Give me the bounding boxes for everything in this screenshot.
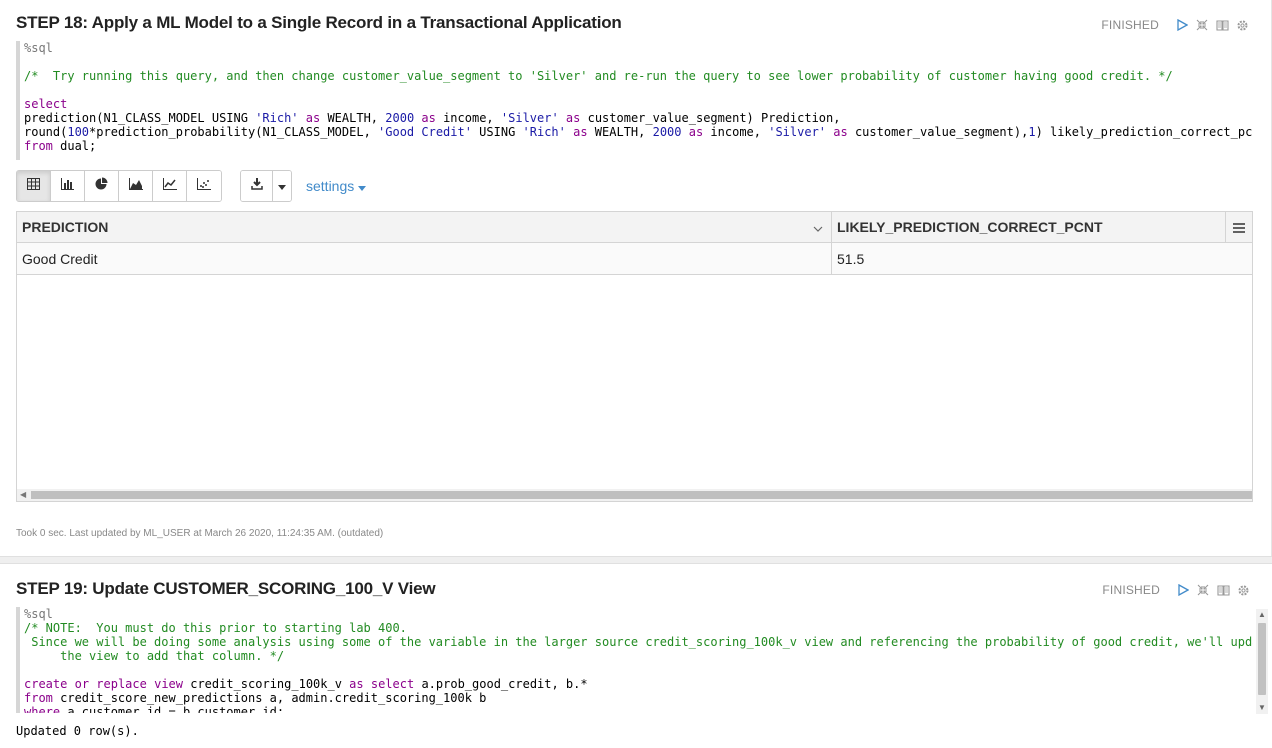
download-group	[240, 170, 292, 202]
code-line: select	[24, 97, 68, 111]
download-dropdown-button[interactable]	[273, 171, 291, 201]
table-icon	[27, 177, 40, 195]
table-row: Good Credit 51.5	[17, 243, 1252, 275]
column-header-likely-prediction[interactable]: LIKELY_PREDICTION_CORRECT_PCNT	[832, 212, 1226, 242]
paragraph-controls: FINISHED	[1102, 583, 1250, 597]
scatter-chart-icon	[197, 177, 211, 195]
status-label: FINISHED	[1102, 583, 1160, 597]
table-view-button[interactable]	[17, 171, 51, 201]
collapse-icon[interactable]	[1195, 18, 1209, 32]
view-buttons	[16, 170, 222, 202]
code-editor[interactable]: %sql /* Try running this query, and then…	[16, 41, 1253, 160]
bar-chart-button[interactable]	[51, 171, 85, 201]
line-chart-button[interactable]	[153, 171, 187, 201]
book-icon[interactable]	[1215, 18, 1229, 32]
status-label: FINISHED	[1101, 18, 1159, 32]
chevron-down-icon[interactable]	[813, 221, 823, 237]
run-icon[interactable]	[1176, 583, 1190, 597]
pie-chart-button[interactable]	[85, 171, 119, 201]
code-line: /* Try running this query, and then chan…	[24, 69, 1173, 83]
settings-dropdown[interactable]: settings	[306, 178, 367, 194]
run-icon[interactable]	[1175, 18, 1189, 32]
paragraph-step-18: STEP 18: Apply a ML Model to a Single Re…	[0, 0, 1272, 557]
area-chart-button[interactable]	[119, 171, 153, 201]
table-cell[interactable]: 51.5	[832, 243, 1226, 274]
code-line: prediction(N1_CLASS_MODEL USING 'Rich' a…	[24, 111, 841, 125]
scroll-up-icon[interactable]: ▲	[1256, 609, 1268, 621]
scroll-down-icon[interactable]: ▼	[1256, 702, 1268, 714]
result-text: Updated 0 row(s).	[16, 724, 139, 738]
paragraph-title: STEP 19: Update CUSTOMER_SCORING_100_V V…	[16, 579, 436, 598]
pie-chart-icon	[95, 177, 108, 195]
result-table: PREDICTION LIKELY_PREDICTION_CORRECT_PCN…	[16, 211, 1253, 502]
column-header-label: LIKELY_PREDICTION_CORRECT_PCNT	[837, 219, 1103, 235]
scroll-left-icon[interactable]: ◀	[20, 489, 26, 501]
code-line: %sql	[24, 41, 53, 55]
bar-chart-icon	[61, 177, 74, 195]
download-button[interactable]	[241, 171, 273, 201]
code-line: from dual;	[24, 139, 97, 153]
caret-down-icon	[278, 177, 286, 195]
code-line: the view to add that column. */	[24, 649, 285, 663]
paragraph-divider	[0, 556, 1272, 564]
paragraph-controls: FINISHED	[1101, 18, 1249, 32]
column-header-label: PREDICTION	[22, 219, 109, 235]
paragraph-title: STEP 18: Apply a ML Model to a Single Re…	[16, 13, 622, 32]
gear-icon[interactable]	[1236, 583, 1250, 597]
gear-icon[interactable]	[1235, 18, 1249, 32]
code-line: where a.customer_id = b.customer_id;	[24, 705, 285, 713]
area-chart-icon	[128, 177, 143, 195]
code-line: %sql	[24, 607, 53, 621]
scatter-chart-button[interactable]	[187, 171, 221, 201]
code-line: create or replace view credit_scoring_10…	[24, 677, 588, 691]
column-header-prediction[interactable]: PREDICTION	[17, 212, 832, 242]
paragraph-footer: Took 0 sec. Last updated by ML_USER at M…	[16, 528, 384, 539]
code-line: from credit_score_new_predictions a, adm…	[24, 691, 487, 705]
code-line: /* NOTE: You must do this prior to start…	[24, 621, 407, 635]
caret-down-icon	[358, 178, 367, 194]
hamburger-icon	[1233, 220, 1245, 236]
table-header: PREDICTION LIKELY_PREDICTION_CORRECT_PCN…	[17, 212, 1252, 243]
download-icon	[250, 177, 263, 195]
book-icon[interactable]	[1216, 583, 1230, 597]
line-chart-icon	[162, 177, 177, 195]
settings-label: settings	[306, 178, 355, 194]
vertical-scrollbar[interactable]: ▲ ▼	[1256, 609, 1268, 714]
visualization-toolbar: settings	[16, 170, 367, 202]
collapse-icon[interactable]	[1196, 583, 1210, 597]
code-line: round(100*prediction_probability(N1_CLAS…	[24, 125, 1253, 139]
table-cell[interactable]: Good Credit	[17, 243, 832, 274]
paragraph-step-19: STEP 19: Update CUSTOMER_SCORING_100_V V…	[0, 564, 1272, 748]
code-line: Since we will be doing some analysis usi…	[24, 635, 1253, 649]
horizontal-scrollbar[interactable]: ◀	[17, 489, 1252, 501]
scrollbar-thumb[interactable]	[1258, 623, 1266, 695]
grid-menu-button[interactable]	[1225, 212, 1252, 243]
code-editor[interactable]: %sql /* NOTE: You must do this prior to …	[16, 607, 1253, 713]
scrollbar-thumb[interactable]	[31, 491, 1252, 499]
